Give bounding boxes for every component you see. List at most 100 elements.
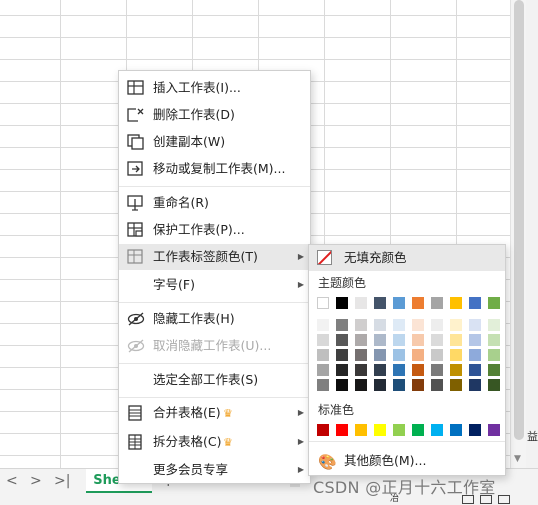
theme-shade-swatch[interactable]	[469, 349, 481, 361]
theme-shade-swatch[interactable]	[488, 334, 500, 346]
theme-shade-swatch[interactable]	[469, 334, 481, 346]
menu-select-all-sheets[interactable]: 选定全部工作表(S)	[119, 367, 310, 393]
scroll-down-icon[interactable]: ▼	[514, 454, 521, 464]
theme-color-swatch[interactable]	[355, 297, 367, 309]
theme-shade-swatch[interactable]	[393, 364, 405, 376]
protect-sheet-icon	[127, 222, 145, 238]
theme-shade-swatch[interactable]	[355, 319, 367, 331]
theme-color-swatch[interactable]	[450, 297, 462, 309]
theme-shade-swatch[interactable]	[355, 364, 367, 376]
move-copy-icon	[127, 161, 145, 177]
theme-color-swatch[interactable]	[317, 297, 329, 309]
theme-shade-swatch[interactable]	[450, 379, 462, 391]
standard-color-swatch[interactable]	[317, 424, 329, 436]
theme-shade-swatch[interactable]	[336, 379, 348, 391]
menu-more-vip[interactable]: 更多会员专享 ▶	[119, 457, 310, 483]
theme-shade-swatch[interactable]	[431, 319, 443, 331]
last-sheet-icon[interactable]: >|	[54, 473, 70, 489]
theme-color-swatch[interactable]	[412, 297, 424, 309]
theme-shade-swatch[interactable]	[412, 364, 424, 376]
menu-label: 更多会员专享	[153, 462, 229, 477]
menu-move-copy-sheet[interactable]: 移动或复制工作表(M)...	[119, 156, 310, 182]
theme-shade-swatch[interactable]	[412, 319, 424, 331]
menu-rename[interactable]: 重命名(R)	[119, 190, 310, 216]
theme-color-swatch[interactable]	[469, 297, 481, 309]
page-break-view-icon[interactable]	[498, 495, 510, 504]
theme-shade-swatch[interactable]	[412, 334, 424, 346]
menu-label: 移动或复制工作表(M)...	[153, 161, 286, 176]
theme-shade-swatch[interactable]	[355, 349, 367, 361]
theme-shade-swatch[interactable]	[374, 319, 386, 331]
menu-protect-sheet[interactable]: 保护工作表(P)...	[119, 217, 310, 243]
vertical-scrollbar[interactable]: ▼	[510, 0, 526, 468]
theme-color-swatch[interactable]	[393, 297, 405, 309]
menu-label: 合并表格(E)	[153, 405, 221, 420]
theme-shade-swatch[interactable]	[374, 349, 386, 361]
theme-shade-swatch[interactable]	[412, 349, 424, 361]
theme-shade-swatch[interactable]	[317, 319, 329, 331]
theme-shade-swatch[interactable]	[393, 319, 405, 331]
theme-shade-swatch[interactable]	[355, 334, 367, 346]
theme-shade-swatch[interactable]	[336, 334, 348, 346]
theme-shade-swatch[interactable]	[317, 334, 329, 346]
theme-shade-swatch[interactable]	[431, 364, 443, 376]
standard-color-swatch[interactable]	[412, 424, 424, 436]
theme-shade-swatch[interactable]	[488, 364, 500, 376]
standard-color-swatch[interactable]	[450, 424, 462, 436]
more-colors-option[interactable]: 🎨 其他颜色(M)...	[309, 447, 505, 475]
theme-shade-swatch[interactable]	[450, 319, 462, 331]
standard-color-swatch[interactable]	[488, 424, 500, 436]
theme-shade-swatch[interactable]	[412, 379, 424, 391]
theme-color-swatch[interactable]	[488, 297, 500, 309]
theme-shade-swatch[interactable]	[317, 349, 329, 361]
menu-merge-tables[interactable]: 合并表格(E) ♛ ▶	[119, 400, 310, 426]
theme-shade-swatch[interactable]	[431, 334, 443, 346]
theme-shade-swatch[interactable]	[469, 364, 481, 376]
theme-shade-swatch[interactable]	[336, 319, 348, 331]
theme-shade-swatch[interactable]	[431, 349, 443, 361]
menu-unhide-sheet[interactable]: 取消隐藏工作表(U)...	[119, 333, 310, 359]
theme-shade-swatch[interactable]	[488, 319, 500, 331]
theme-shade-swatch[interactable]	[488, 349, 500, 361]
theme-shade-swatch[interactable]	[374, 364, 386, 376]
menu-hide-sheet[interactable]: 隐藏工作表(H)	[119, 306, 310, 332]
menu-tab-color[interactable]: 工作表标签颜色(T) ▶	[119, 244, 310, 270]
theme-color-swatch[interactable]	[431, 297, 443, 309]
standard-color-swatch[interactable]	[469, 424, 481, 436]
menu-font-size[interactable]: 字号(F) ▶	[119, 272, 310, 298]
theme-shade-swatch[interactable]	[450, 334, 462, 346]
submenu-arrow-icon: ▶	[297, 252, 304, 261]
theme-shade-swatch[interactable]	[469, 319, 481, 331]
no-fill-color-option[interactable]: 无填充颜色	[309, 245, 505, 271]
theme-shade-swatch[interactable]	[336, 349, 348, 361]
theme-shade-swatch[interactable]	[355, 379, 367, 391]
theme-shade-swatch[interactable]	[374, 379, 386, 391]
theme-shade-swatch[interactable]	[336, 364, 348, 376]
menu-delete-sheet[interactable]: 删除工作表(D)	[119, 102, 310, 128]
theme-shade-swatch[interactable]	[393, 379, 405, 391]
theme-shade-swatch[interactable]	[450, 349, 462, 361]
theme-shade-swatch[interactable]	[450, 364, 462, 376]
theme-shade-swatch[interactable]	[431, 379, 443, 391]
standard-color-swatch[interactable]	[355, 424, 367, 436]
theme-shade-swatch[interactable]	[488, 379, 500, 391]
next-sheet-icon[interactable]: >	[30, 473, 42, 489]
standard-color-swatch[interactable]	[374, 424, 386, 436]
menu-insert-sheet[interactable]: 插入工作表(I)...	[119, 75, 310, 101]
theme-color-swatch[interactable]	[336, 297, 348, 309]
menu-copy-sheet[interactable]: 创建副本(W)	[119, 129, 310, 155]
standard-color-swatch[interactable]	[336, 424, 348, 436]
theme-shade-swatch[interactable]	[393, 334, 405, 346]
theme-shade-swatch[interactable]	[317, 364, 329, 376]
theme-color-swatch[interactable]	[374, 297, 386, 309]
scrollbar-thumb[interactable]	[514, 0, 524, 440]
theme-shade-swatch[interactable]	[469, 379, 481, 391]
theme-shade-swatch[interactable]	[374, 334, 386, 346]
standard-color-swatch[interactable]	[393, 424, 405, 436]
submenu-arrow-icon: ▶	[297, 437, 304, 446]
theme-shade-swatch[interactable]	[393, 349, 405, 361]
theme-shade-swatch[interactable]	[317, 379, 329, 391]
standard-color-swatch[interactable]	[431, 424, 443, 436]
menu-split-table[interactable]: 拆分表格(C) ♛ ▶	[119, 429, 310, 455]
prev-sheet-icon[interactable]: <	[6, 473, 18, 489]
